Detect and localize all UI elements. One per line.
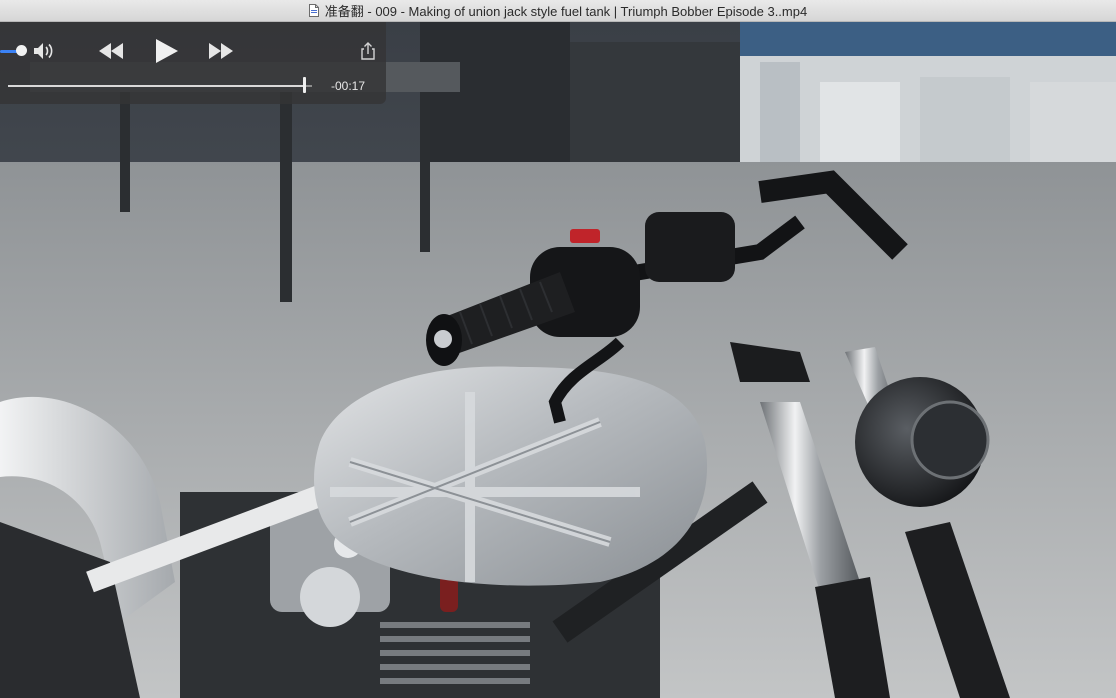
window-titlebar: 准备翻 - 009 - Making of union jack style f… — [0, 0, 1116, 22]
progress-playhead[interactable] — [303, 77, 307, 93]
volume-slider-knob[interactable] — [16, 45, 27, 56]
window-title: 准备翻 - 009 - Making of union jack style f… — [324, 4, 808, 19]
progress-fill — [8, 85, 305, 87]
rewind-icon[interactable] — [98, 42, 124, 65]
time-remaining: -00:17 — [331, 79, 366, 93]
play-icon[interactable] — [155, 38, 179, 69]
player-controls: -00:17 — [0, 22, 386, 104]
speaker-volume-icon[interactable] — [33, 42, 55, 65]
fast-forward-icon[interactable] — [208, 42, 234, 65]
progress-track[interactable] — [8, 85, 312, 87]
document-icon — [308, 4, 319, 17]
video-frame[interactable] — [0, 22, 1116, 698]
share-icon[interactable] — [360, 42, 376, 65]
motorcycle-scene — [0, 22, 1116, 698]
